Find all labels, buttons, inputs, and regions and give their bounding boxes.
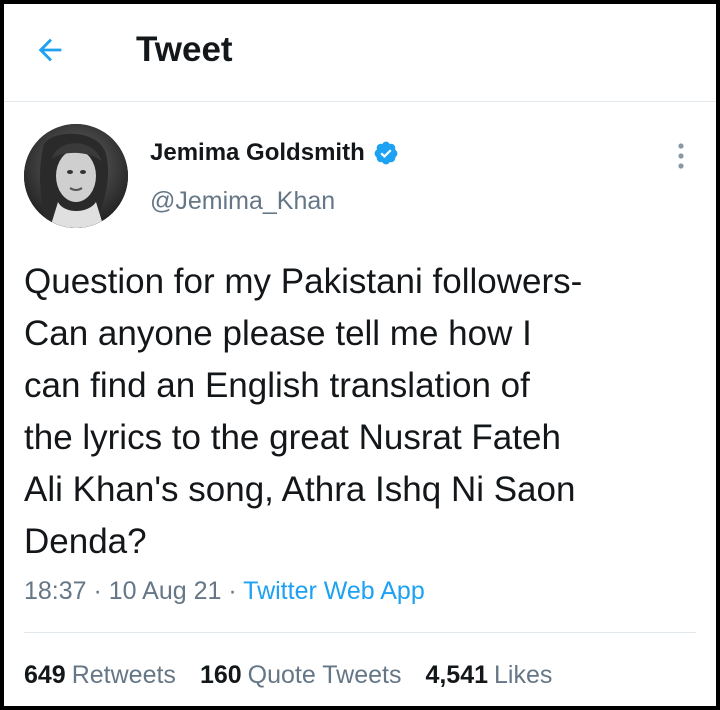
tweet-time[interactable]: 18:37 (24, 577, 87, 605)
back-button[interactable] (30, 30, 70, 70)
meta-separator: · (86, 577, 109, 605)
retweets-label: Retweets (71, 661, 176, 689)
tweet-text-line: Question for my Pakistani followers- (24, 262, 583, 301)
quote-tweets-stat[interactable]: 160 Quote Tweets (200, 660, 402, 690)
tweet-text-line: Can anyone please tell me how I (24, 314, 532, 353)
meta-separator: · (221, 577, 244, 605)
retweets-count: 649 (24, 661, 66, 689)
tweet-metadata: 18:37 · 10 Aug 21 · Twitter Web App (24, 576, 425, 606)
avatar[interactable] (24, 124, 128, 228)
page-title: Tweet (136, 30, 233, 69)
tweet-source-link[interactable]: Twitter Web App (243, 577, 425, 605)
verified-badge-icon (374, 141, 398, 165)
likes-label: Likes (494, 661, 553, 689)
author-name[interactable]: Jemima Goldsmith (150, 138, 399, 168)
more-vertical-icon (678, 143, 684, 169)
likes-stat[interactable]: 4,541 Likes (425, 660, 552, 690)
tweet-text-line: Denda? (24, 522, 147, 561)
retweets-stat[interactable]: 649 Retweets (24, 660, 176, 690)
tweet-text-line: Ali Khan's song, Athra Ishq Ni Saon (24, 470, 576, 509)
author-handle[interactable]: @Jemima_Khan (150, 186, 335, 216)
quote-tweets-label: Quote Tweets (247, 661, 402, 689)
tweet-text-line: can find an English translation of (24, 366, 530, 405)
divider (24, 632, 696, 633)
tweet-page: Tweet Jemima Goldsmith @Jemima_Khan Ques… (4, 4, 716, 706)
quote-tweets-count: 160 (199, 661, 242, 689)
tweet-text-line: the lyrics to the great Nusrat Fateh (24, 418, 561, 457)
arrow-left-icon (38, 38, 62, 62)
tweet-stats: 649 Retweets 160 Quote Tweets 4,541 Likes (24, 660, 576, 690)
likes-count: 4,541 (425, 661, 489, 689)
author-name-text: Jemima Goldsmith (150, 139, 365, 166)
tweet-date[interactable]: 10 Aug 21 (109, 577, 222, 605)
more-options-button[interactable] (666, 138, 696, 174)
tweet-text: Question for my Pakistani followers- Can… (24, 256, 704, 568)
top-bar: Tweet (4, 4, 716, 102)
